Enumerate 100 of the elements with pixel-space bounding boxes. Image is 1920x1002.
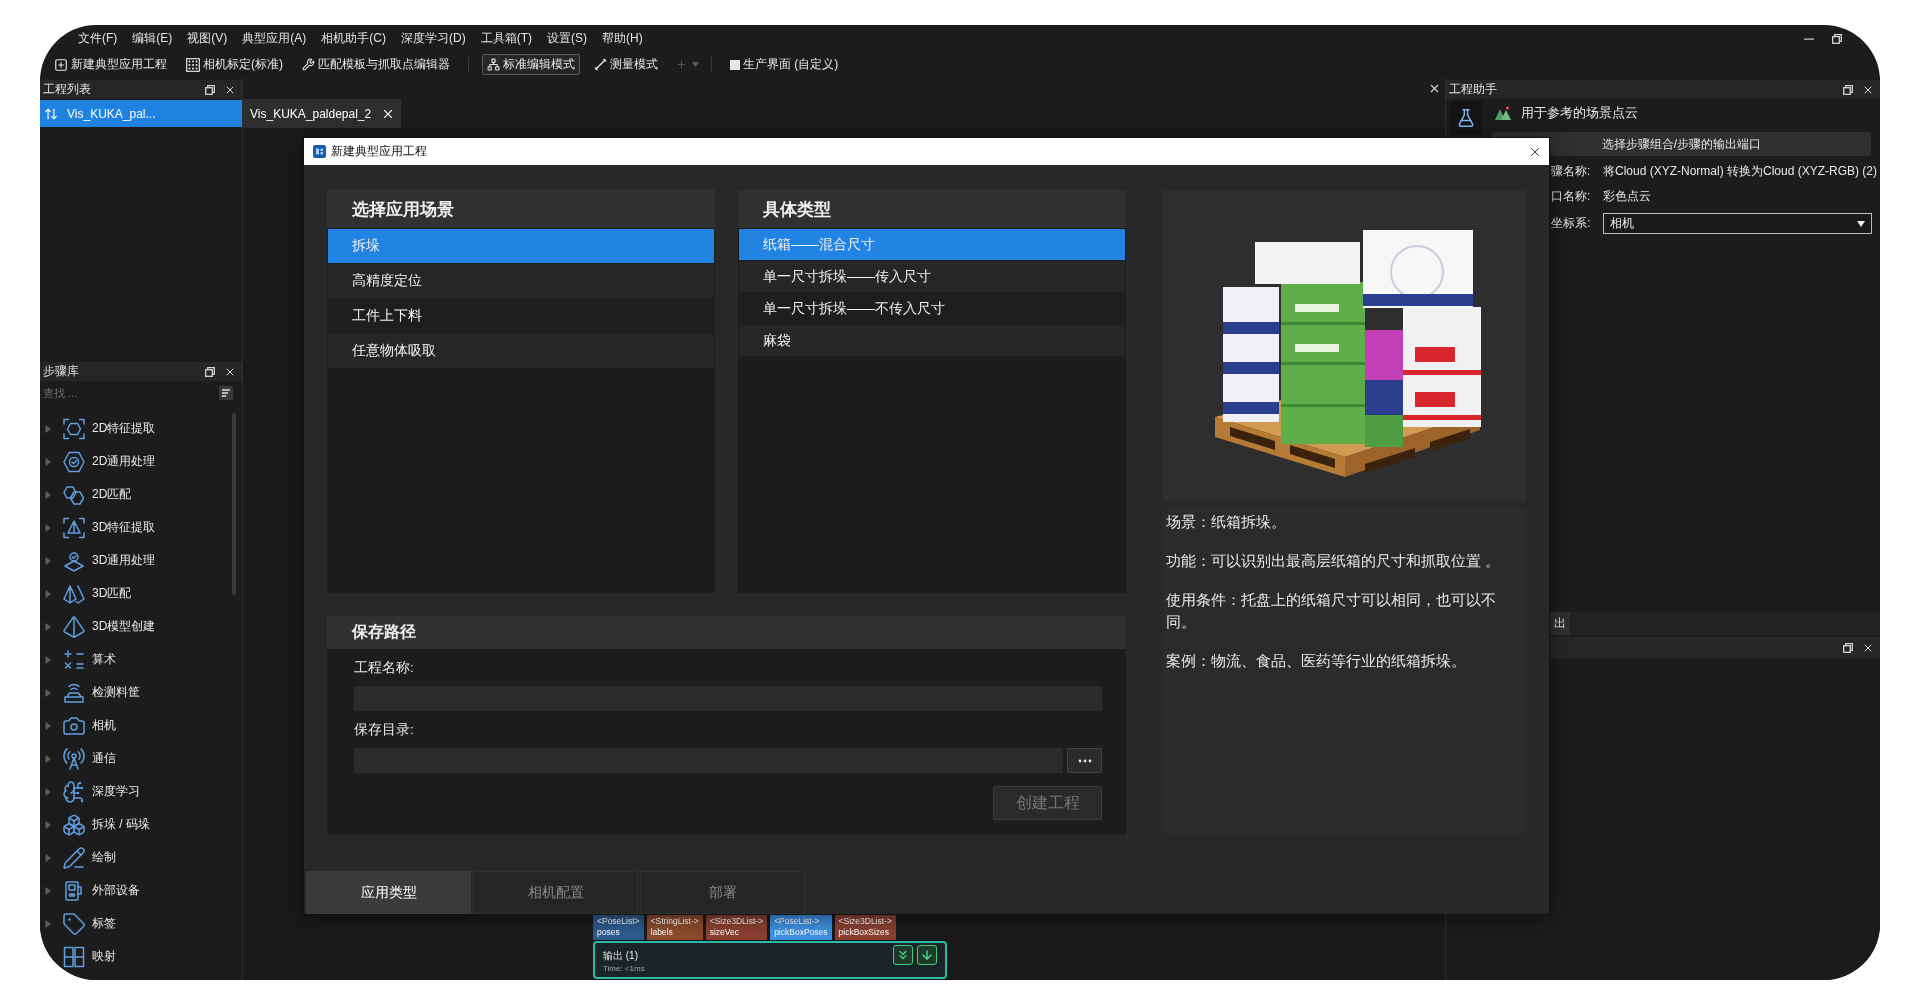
caret-icon[interactable] [44, 688, 52, 697]
field-value: 彩色点云 [1603, 187, 1651, 205]
step-category[interactable]: 通信 [40, 742, 231, 775]
step-category[interactable]: 拆垛 / 码垛 [40, 808, 231, 841]
ellipsis-icon [1077, 758, 1092, 763]
download-button[interactable] [917, 945, 937, 965]
restore-icon[interactable] [205, 366, 215, 377]
restore-icon[interactable] [205, 84, 215, 95]
description-text: 场景：纸箱拆垛。 [1166, 512, 1287, 532]
toolbar-button[interactable]: 相机标定(标准) [181, 54, 288, 75]
caret-icon[interactable] [44, 490, 52, 499]
caret-icon[interactable] [44, 424, 52, 433]
mountain-icon [1495, 105, 1511, 120]
menu-item[interactable]: 视图(V) [187, 30, 228, 47]
list-item[interactable]: 拆垛 [328, 229, 714, 263]
scene-title: 用于参考的场景点云 [1521, 103, 1638, 122]
step-category[interactable]: 3D模型创建 [40, 610, 231, 643]
close-icon[interactable] [1862, 642, 1874, 654]
plus-icon [676, 59, 687, 70]
caret-icon[interactable] [44, 886, 52, 895]
list-item[interactable]: 纸箱——混合尺寸 [739, 229, 1125, 260]
editor-tab[interactable]: Vis_KUKA_paldepal_2 [243, 99, 402, 128]
step-category[interactable]: 算术 [40, 643, 231, 676]
output-tab[interactable]: 出 [1550, 612, 1570, 635]
caret-icon[interactable] [44, 919, 52, 928]
math-symbols-icon [62, 647, 86, 672]
caret-icon[interactable] [44, 556, 52, 565]
caret-icon[interactable] [44, 655, 52, 664]
menu-item[interactable]: 深度学习(D) [401, 30, 466, 47]
port-tag[interactable]: <Size3DList-> sizeVec [705, 915, 768, 940]
step-category[interactable]: 3D通用处理 [40, 544, 231, 577]
menu-item[interactable]: 文件(F) [78, 30, 118, 47]
port-tag[interactable]: <PoseList-> pickBoxPoses [770, 915, 832, 940]
node-card[interactable]: 输出 (1) Time: <1ms [593, 941, 947, 979]
app-logo-icon [313, 145, 326, 158]
flask-icon [1456, 108, 1476, 128]
panel-title: 工程列表 [43, 81, 91, 98]
tool-button[interactable] [1450, 101, 1482, 135]
step-category[interactable]: 绘制 [40, 841, 231, 874]
menu-item[interactable]: 典型应用(A) [242, 30, 307, 47]
description-text: 使用条件：托盘上的纸箱尺寸可以相同，也可以不同。 [1166, 590, 1497, 632]
collapse-button[interactable] [893, 945, 913, 965]
menu-item[interactable]: 设置(S) [547, 30, 587, 47]
coordinate-select[interactable]: 相机 [1603, 213, 1872, 234]
dialog-tab[interactable]: 应用类型 [306, 871, 471, 914]
step-category[interactable]: 外部设备 [40, 874, 231, 907]
port-tag[interactable]: <StringList-> labels [646, 915, 703, 940]
mode-button[interactable]: 测量模式 [589, 54, 663, 75]
double-chevron-icon [896, 948, 910, 962]
restore-icon[interactable] [1832, 33, 1842, 44]
step-category[interactable]: 2D匹配 [40, 478, 231, 511]
menu-item[interactable]: 相机助手(C) [321, 30, 386, 47]
list-item[interactable]: 高精度定位 [328, 264, 714, 298]
list-item[interactable]: 麻袋 [739, 325, 1125, 356]
caret-icon[interactable] [44, 853, 52, 862]
pencil-icon [62, 845, 86, 870]
filter-list-icon[interactable] [219, 386, 233, 400]
step-category[interactable]: 2D特征提取 [40, 412, 231, 445]
menu-item[interactable]: 帮助(H) [602, 30, 643, 47]
menu-item[interactable]: 编辑(E) [132, 30, 173, 47]
dialog-tab[interactable]: 相机配置 [473, 871, 638, 914]
panel-header: 选择应用场景 [327, 190, 715, 228]
caret-icon[interactable] [44, 787, 52, 796]
step-category[interactable]: 标签 [40, 907, 231, 940]
port-tag[interactable]: <PoseList> poses [593, 915, 644, 940]
nodes-icon [487, 58, 500, 71]
list-item[interactable]: 任意物体吸取 [328, 334, 714, 368]
step-category[interactable]: 深度学习 [40, 775, 231, 808]
step-category[interactable]: 3D匹配 [40, 577, 231, 610]
browse-button[interactable] [1067, 748, 1102, 773]
brain-circuit-icon [62, 779, 86, 804]
step-category[interactable]: 相机 [40, 709, 231, 742]
dialog-tab[interactable]: 部署 [640, 871, 805, 914]
project-item[interactable]: Vis_KUKA_pal... [40, 100, 242, 127]
step-category[interactable]: 2D通用处理 [40, 445, 231, 478]
step-category[interactable]: 3D特征提取 [40, 511, 231, 544]
port-tag[interactable]: <Size3DList-> pickBoxSizes [834, 915, 896, 940]
toolbar-button[interactable]: 生产界面 (自定义) [725, 54, 844, 75]
measure-line-icon [594, 58, 607, 71]
caret-icon[interactable] [44, 523, 52, 532]
field-label: 工程名称: [354, 660, 415, 676]
list-item[interactable]: 单一尺寸拆垛——传入尺寸 [739, 261, 1125, 292]
step-category[interactable]: 检测料筐 [40, 676, 231, 709]
step-category[interactable]: 映射 [40, 940, 231, 973]
field-label: 骤名称: [1551, 162, 1592, 180]
panel-title: 步骤库 [43, 363, 79, 380]
toolbar-button[interactable]: 匹配模板与抓取点编辑器 [297, 54, 455, 75]
caret-icon[interactable] [44, 721, 52, 730]
mode-button[interactable]: 标准编辑模式 [482, 54, 580, 75]
toolbar-button[interactable]: 新建典型应用工程 [49, 54, 172, 75]
caret-icon[interactable] [44, 820, 52, 829]
caret-icon[interactable] [44, 622, 52, 631]
hexagon-frame-icon [62, 416, 86, 441]
menu-item[interactable]: 工具箱(T) [480, 30, 532, 47]
caret-icon[interactable] [44, 589, 52, 598]
restore-icon[interactable] [1843, 643, 1853, 653]
search-field[interactable]: 查找 ... [43, 384, 215, 402]
caret-icon[interactable] [44, 754, 52, 763]
caret-icon[interactable] [44, 457, 52, 466]
restore-icon[interactable] [1843, 84, 1853, 95]
